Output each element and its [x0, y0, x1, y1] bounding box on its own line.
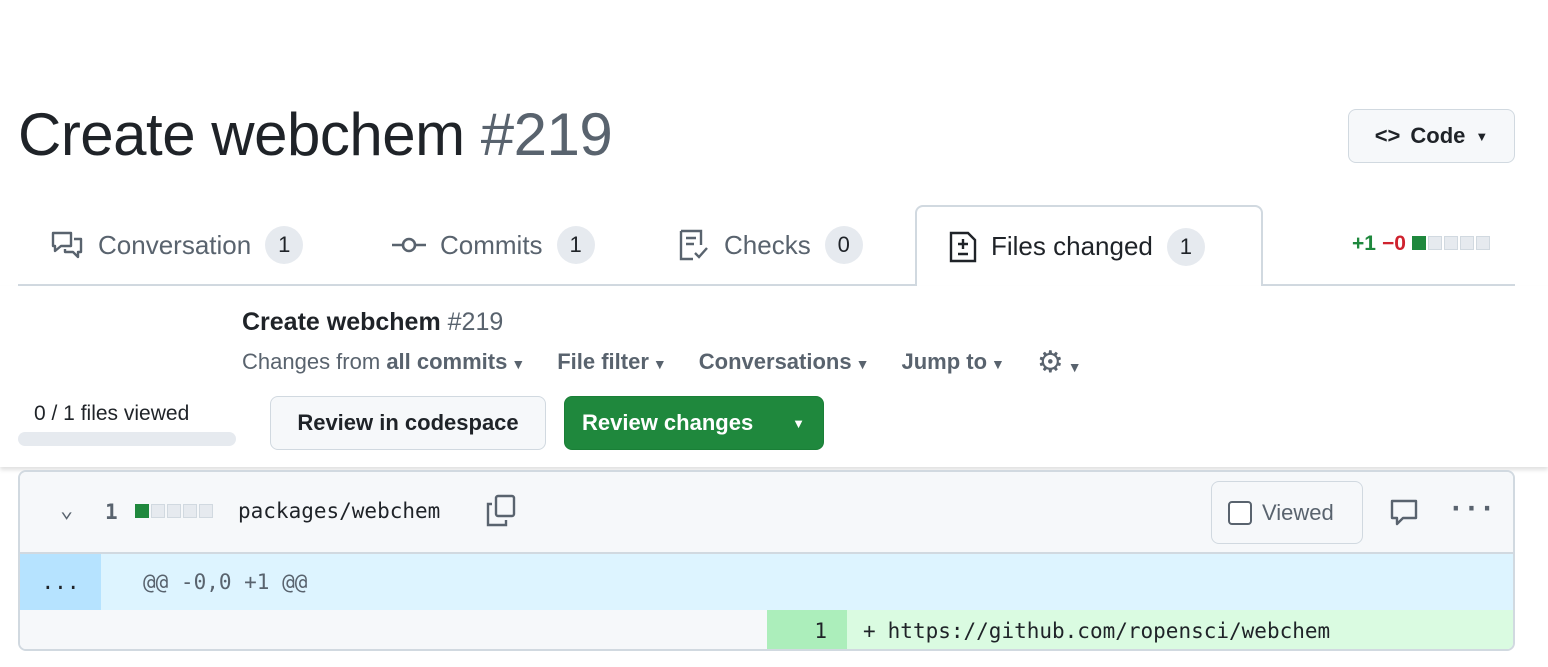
label: Changes from	[242, 349, 380, 374]
diffstat: +1 −0	[1352, 232, 1492, 256]
tab-label: Conversation	[98, 230, 251, 261]
tab-label: Files changed	[991, 231, 1153, 262]
toolbar-pr-title: Create webchem	[242, 308, 441, 336]
diff-line: 1 + https://github.com/ropensci/webchem	[20, 610, 1513, 651]
tab-checks[interactable]: Checks 0	[678, 205, 863, 285]
new-line-number[interactable]: 1	[767, 610, 847, 651]
toolbar-pr-number: #219	[448, 308, 504, 336]
diffstat-bar	[1412, 232, 1492, 256]
file-change-count: 1	[105, 500, 118, 524]
viewed-label: Viewed	[1262, 500, 1334, 526]
additions: +1	[1352, 232, 1376, 256]
caret-down-icon: ▼	[991, 356, 1005, 372]
tab-conversation[interactable]: Conversation 1	[50, 205, 303, 285]
file-path[interactable]: packages/webchem	[238, 499, 440, 523]
review-changes-button[interactable]: Review changes ▼	[564, 396, 824, 450]
code-label: Code	[1410, 123, 1465, 149]
code-button[interactable]: <> Code ▼	[1348, 109, 1515, 163]
expand-hunk-button[interactable]: ...	[20, 554, 101, 610]
deletions: −0	[1382, 232, 1406, 256]
pr-title: Create webchem	[18, 101, 465, 168]
tab-commits[interactable]: Commits 1	[392, 205, 595, 285]
file-header: ⌄ 1 packages/webchem Viewed ···	[20, 472, 1513, 554]
file-diffstat-bar	[135, 503, 215, 522]
tab-count: 1	[265, 226, 303, 264]
commit-icon	[392, 235, 426, 255]
caret-down-icon: ▼	[1068, 359, 1082, 375]
label: Jump to	[901, 349, 987, 374]
settings-dropdown[interactable]: ⚙▼	[1037, 345, 1082, 380]
hunk-header: ... @@ -0,0 +1 @@	[20, 554, 1513, 610]
tab-label: Checks	[724, 230, 811, 261]
changes-from-dropdown[interactable]: Changes from all commits▼	[242, 349, 525, 375]
file-diff-icon	[949, 231, 977, 263]
tab-count: 1	[557, 226, 595, 264]
caret-down-icon: ▼	[511, 356, 525, 372]
copy-icon[interactable]	[485, 494, 517, 528]
caret-down-icon: ▼	[792, 416, 805, 431]
diff-sign: +	[863, 619, 876, 643]
value: all commits	[386, 349, 507, 374]
file-diff: ⌄ 1 packages/webchem Viewed ··· ... @@ -…	[18, 470, 1515, 651]
label: Conversations	[699, 349, 852, 374]
tab-count: 1	[1167, 228, 1205, 266]
file-filter-dropdown[interactable]: File filter▼	[557, 349, 667, 375]
pr-number: #219	[481, 101, 612, 168]
toolbar-title: Create webchem #219	[242, 308, 503, 337]
filter-bar: Changes from all commits▼ File filter▼ C…	[242, 348, 1082, 376]
viewed-checkbox[interactable]: Viewed	[1211, 481, 1363, 544]
files-viewed-text: 0 / 1 files viewed	[34, 402, 189, 426]
more-options-icon[interactable]: ···	[1448, 494, 1495, 524]
checklist-icon	[678, 229, 710, 261]
collapse-chevron-icon[interactable]: ⌄	[60, 498, 73, 523]
page-title: Create webchem #219	[18, 100, 612, 169]
tab-count: 0	[825, 226, 863, 264]
line-content: + https://github.com/ropensci/webchem	[847, 610, 1513, 651]
line-text: https://github.com/ropensci/webchem	[888, 619, 1331, 643]
files-viewed-progress	[18, 432, 236, 446]
checkbox[interactable]	[1228, 501, 1252, 525]
review-in-codespace-button[interactable]: Review in codespace	[270, 396, 546, 450]
conversations-dropdown[interactable]: Conversations▼	[699, 349, 870, 375]
old-line-number	[20, 610, 767, 651]
tab-label: Commits	[440, 230, 543, 261]
label: Review changes	[582, 410, 753, 436]
caret-down-icon: ▼	[1475, 129, 1488, 144]
tab-files-changed[interactable]: Files changed 1	[915, 205, 1263, 286]
caret-down-icon: ▼	[653, 356, 667, 372]
hunk-header-text: @@ -0,0 +1 @@	[101, 570, 307, 594]
conversation-icon	[50, 230, 84, 260]
label: File filter	[557, 349, 649, 374]
caret-down-icon: ▼	[856, 356, 870, 372]
jump-to-dropdown[interactable]: Jump to▼	[901, 349, 1004, 375]
code-icon: <>	[1375, 123, 1401, 149]
comment-icon[interactable]	[1389, 498, 1419, 528]
